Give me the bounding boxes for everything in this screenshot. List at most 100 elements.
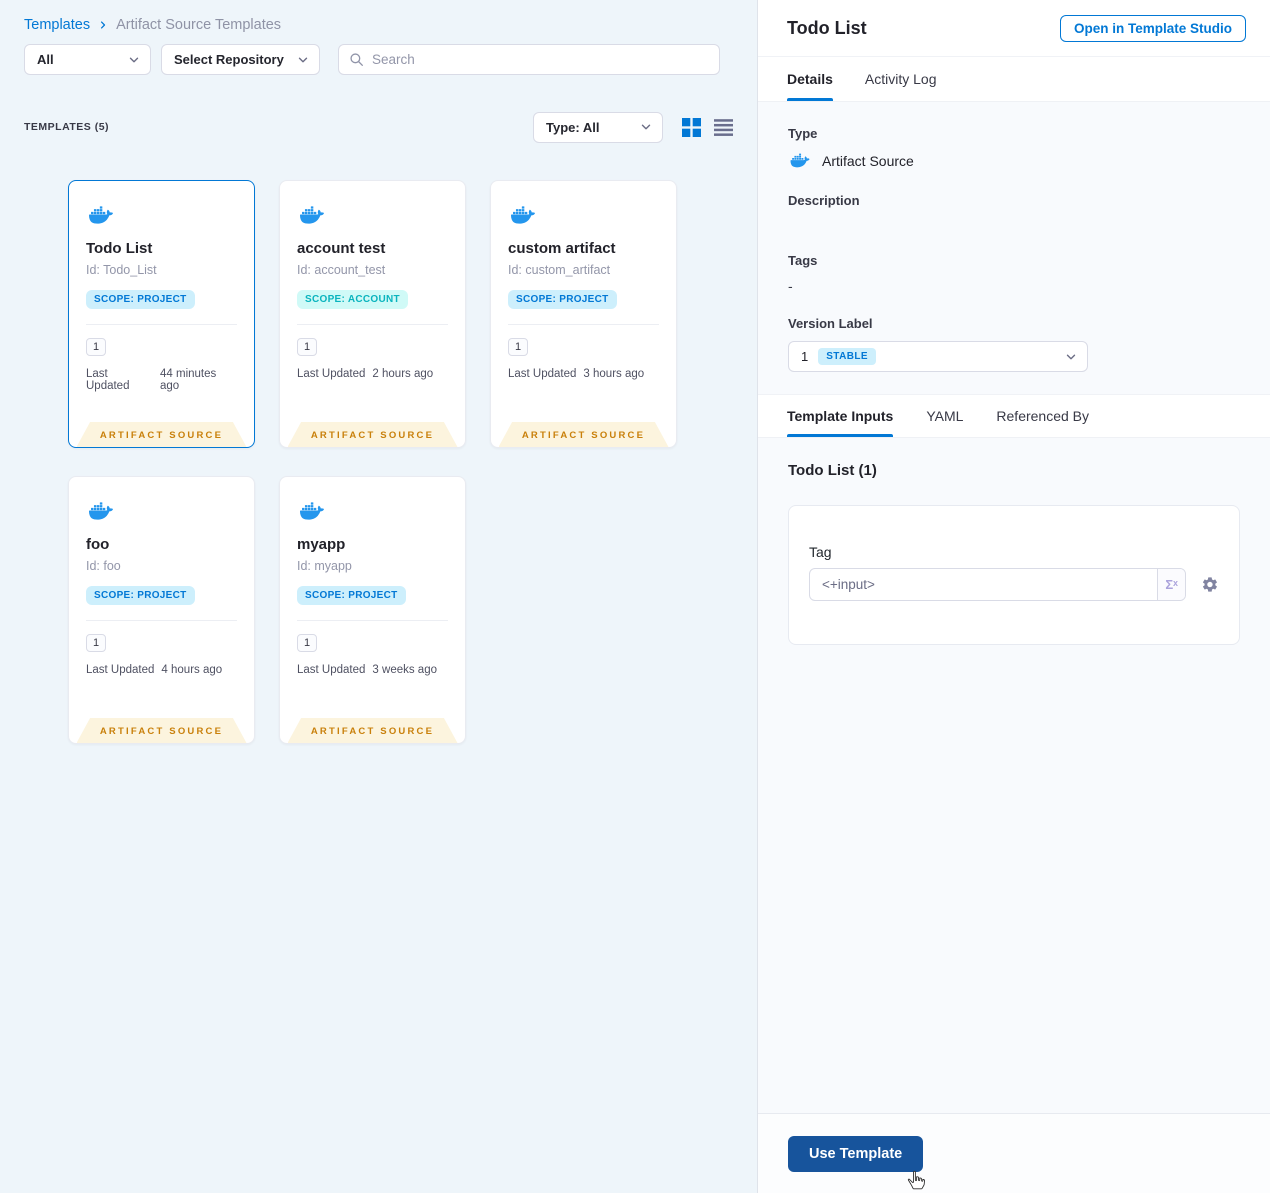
tab-referenced-by[interactable]: Referenced By [996,395,1089,437]
templates-count-label: TEMPLATES (5) [24,121,110,133]
last-updated-value: 4 hours ago [161,664,223,676]
tab-yaml[interactable]: YAML [926,395,963,437]
gear-icon[interactable] [1201,575,1219,594]
tag-input[interactable] [810,569,1158,600]
card-divider [86,324,237,325]
type-value-row: Artifact Source [788,151,1240,170]
scope-filter-dropdown[interactable]: All [24,44,151,75]
type-value: Artifact Source [822,152,914,169]
version-value: 1 [801,349,809,364]
tag-field-row: Σˣ [809,568,1219,601]
details-footer: Use Template [758,1113,1270,1193]
search-icon [349,52,364,67]
last-updated-label: Last Updated [86,664,155,676]
docker-icon [297,499,327,523]
last-updated: Last Updated 2 hours ago [297,368,448,380]
template-card-myapp[interactable]: myapp Id: myapp SCOPE: PROJECT 1 Last Up… [279,476,466,744]
template-type-ribbon: ARTIFACT SOURCE [498,422,669,447]
scope-badge: SCOPE: PROJECT [86,586,195,605]
open-in-template-studio-button[interactable]: Open in Template Studio [1059,14,1246,42]
stable-badge: STABLE [818,348,876,365]
type-label: Type [788,126,818,141]
card-divider [297,620,448,621]
version-chip: 1 [297,338,318,356]
inputs-tabs: Template Inputs YAML Referenced By [758,394,1270,438]
scope-badge: SCOPE: ACCOUNT [297,290,408,309]
card-title: Todo List [86,240,153,257]
details-title: Todo List [787,17,867,38]
details-body: Type Artifact Source Description Tags - … [758,102,1270,394]
version-dropdown[interactable]: 1 STABLE [788,341,1088,372]
last-updated-label: Last Updated [297,368,366,380]
template-type-ribbon: ARTIFACT SOURCE [76,718,247,743]
scope-badge: SCOPE: PROJECT [86,290,195,309]
type-filter-dropdown[interactable]: Type: All [533,111,663,143]
search-input[interactable] [372,52,709,67]
template-card-account-test[interactable]: account test Id: account_test SCOPE: ACC… [279,180,466,448]
card-title: custom artifact [508,240,616,257]
breadcrumb: Templates Artifact Source Templates [24,17,733,33]
template-card-todo-list[interactable]: Todo List Id: Todo_List SCOPE: PROJECT 1… [68,180,255,448]
template-card-custom-artifact[interactable]: custom artifact Id: custom_artifact SCOP… [490,180,677,448]
chevron-down-icon [1065,351,1077,363]
details-header: Todo List Open in Template Studio [758,0,1270,56]
template-type-ribbon: ARTIFACT SOURCE [287,718,458,743]
card-divider [508,324,659,325]
docker-icon [297,203,327,227]
grid-view-icon[interactable] [682,118,701,137]
breadcrumb-separator-icon [98,20,108,30]
last-updated-value: 3 weeks ago [372,664,437,676]
last-updated: Last Updated 3 hours ago [508,368,659,380]
tags-value: - [788,278,793,294]
tag-input-card: Tag Σˣ [788,505,1240,645]
card-title: account test [297,240,386,257]
list-header: TEMPLATES (5) Type: All [24,111,733,143]
card-title: myapp [297,536,346,553]
search-box [338,44,720,75]
template-details-panel: Todo List Open in Template Studio Detail… [757,0,1270,1193]
template-card-foo[interactable]: foo Id: foo SCOPE: PROJECT 1 Last Update… [68,476,255,744]
template-inputs-body: Todo List (1) Tag Σˣ [758,438,1270,1113]
version-chip: 1 [297,634,318,652]
templates-list-panel: Templates Artifact Source Templates All … [0,0,757,1193]
tab-details[interactable]: Details [787,57,833,101]
breadcrumb-templates-link[interactable]: Templates [24,17,90,33]
filter-row: All Select Repository [24,44,733,75]
repository-filter-value: Select Repository [174,52,284,67]
card-title: foo [86,536,110,553]
tag-input-wrapper: Σˣ [809,568,1187,601]
tags-label: Tags [788,253,818,268]
chevron-down-icon [128,54,140,66]
docker-icon [508,203,538,227]
scope-badge: SCOPE: PROJECT [297,586,406,605]
version-chip: 1 [508,338,529,356]
use-template-button[interactable]: Use Template [788,1135,924,1172]
expression-input-icon[interactable]: Σˣ [1157,569,1186,600]
last-updated-label: Last Updated [297,664,366,676]
type-filter-value: Type: All [546,119,600,135]
chevron-down-icon [297,54,309,66]
scope-filter-value: All [37,52,54,67]
list-view-icon[interactable] [714,118,733,137]
tag-field-label: Tag [809,544,832,560]
card-id: Id: Todo_List [86,263,157,277]
card-divider [86,620,237,621]
card-divider [297,324,448,325]
tab-template-inputs[interactable]: Template Inputs [787,395,894,437]
docker-icon [788,151,812,170]
inputs-heading: Todo List (1) [788,462,877,479]
breadcrumb-current: Artifact Source Templates [116,17,282,33]
docker-icon [86,203,116,227]
tab-activity-log[interactable]: Activity Log [865,57,937,101]
version-chip: 1 [86,634,107,652]
card-id: Id: foo [86,559,121,573]
last-updated: Last Updated 4 hours ago [86,664,237,676]
last-updated-value: 44 minutes ago [160,368,217,392]
description-label: Description [788,193,860,208]
template-type-ribbon: ARTIFACT SOURCE [76,422,247,447]
last-updated-label: Last Updated [86,368,130,392]
card-id: Id: account_test [297,263,386,277]
repository-filter-dropdown[interactable]: Select Repository [161,44,320,75]
last-updated: Last Updated 3 weeks ago [297,664,448,676]
last-updated-value: 3 hours ago [583,368,645,380]
